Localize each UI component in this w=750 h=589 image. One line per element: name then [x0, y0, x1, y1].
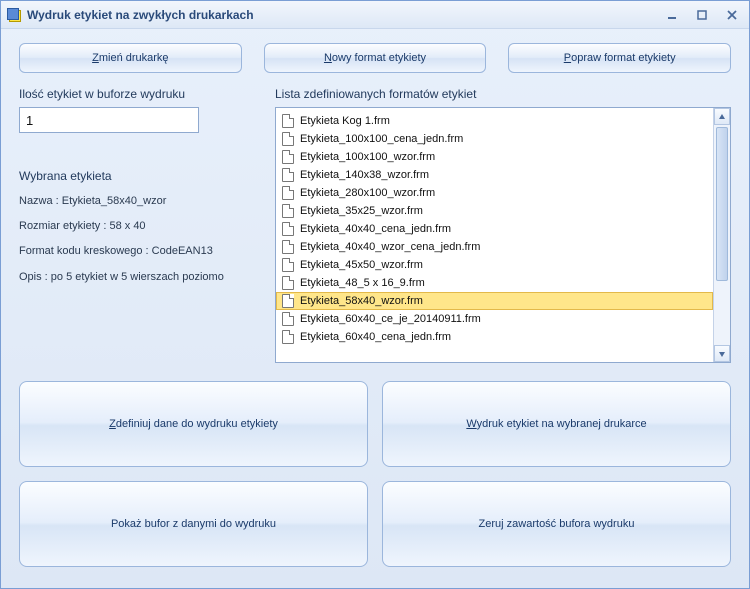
file-icon	[282, 132, 294, 146]
edit-format-label: Popraw format etykiety	[564, 52, 676, 64]
change-printer-button[interactable]: Zmień drukarkę	[19, 43, 242, 73]
list-item-label: Etykieta_100x100_cena_jedn.frm	[300, 133, 463, 145]
define-data-label: Zdefiniuj dane do wydruku etykiety	[109, 418, 278, 430]
top-toolbar: Zmień drukarkę Nowy format etykiety Popr…	[19, 43, 731, 73]
window-controls	[661, 7, 743, 23]
scroll-down-button[interactable]	[714, 345, 730, 362]
clear-buffer-label: Zeruj zawartość bufora wydruku	[479, 518, 635, 530]
list-item[interactable]: Etykieta_140x38_wzor.frm	[276, 166, 713, 184]
formats-list-label: Lista zdefiniowanych formatów etykiet	[275, 87, 731, 101]
print-selected-button[interactable]: Wydruk etykiet na wybranej drukarce	[382, 381, 731, 467]
right-column: Lista zdefiniowanych formatów etykiet Et…	[275, 87, 731, 363]
file-icon	[282, 258, 294, 272]
list-item[interactable]: Etykieta_280x100_wzor.frm	[276, 184, 713, 202]
define-data-button[interactable]: Zdefiniuj dane do wydruku etykiety	[19, 381, 368, 467]
list-item[interactable]: Etykieta_40x40_wzor_cena_jedn.frm	[276, 238, 713, 256]
file-icon	[282, 186, 294, 200]
scrollbar-thumb[interactable]	[716, 127, 728, 281]
file-icon	[282, 312, 294, 326]
maximize-icon	[696, 9, 708, 21]
titlebar: Wydruk etykiet na zwykłych drukarkach	[1, 1, 749, 29]
chevron-down-icon	[718, 350, 726, 358]
file-icon	[282, 150, 294, 164]
window-title: Wydruk etykiet na zwykłych drukarkach	[27, 8, 254, 22]
app-icon	[7, 8, 21, 22]
action-buttons-grid: Zdefiniuj dane do wydruku etykiety Wydru…	[19, 381, 731, 567]
list-item[interactable]: Etykieta_58x40_wzor.frm	[276, 292, 713, 310]
formats-listbox[interactable]: Etykieta Kog 1.frm Etykieta_100x100_cena_…	[275, 107, 731, 363]
list-item-label: Etykieta_60x40_cena_jedn.frm	[300, 331, 451, 343]
list-item-label: Etykieta_45x50_wzor.frm	[300, 259, 423, 271]
list-item[interactable]: Etykieta Kog 1.frm	[276, 112, 713, 130]
file-icon	[282, 222, 294, 236]
minimize-button[interactable]	[661, 7, 683, 23]
list-item[interactable]: Etykieta_60x40_ce_je_20140911.frm	[276, 310, 713, 328]
print-selected-label: Wydruk etykiet na wybranej drukarce	[466, 418, 646, 430]
file-icon	[282, 168, 294, 182]
list-item[interactable]: Etykieta_48_5 x 16_9.frm	[276, 274, 713, 292]
file-icon	[282, 204, 294, 218]
formats-list-inner: Etykieta Kog 1.frm Etykieta_100x100_cena_…	[276, 108, 713, 362]
close-button[interactable]	[721, 7, 743, 23]
new-format-label: Nowy format etykiety	[324, 52, 426, 64]
list-item[interactable]: Etykieta_40x40_cena_jedn.frm	[276, 220, 713, 238]
file-icon	[282, 240, 294, 254]
scrollbar	[713, 108, 730, 362]
edit-format-button[interactable]: Popraw format etykiety	[508, 43, 731, 73]
selected-desc: Opis : po 5 etykiet w 5 wierszach poziom…	[19, 271, 251, 284]
show-buffer-button[interactable]: Pokaż bufor z danymi do wydruku	[19, 481, 368, 567]
list-item-label: Etykieta_140x38_wzor.frm	[300, 169, 429, 181]
list-item-label: Etykieta_40x40_wzor_cena_jedn.frm	[300, 241, 480, 253]
show-buffer-label: Pokaż bufor z danymi do wydruku	[111, 518, 276, 530]
list-item-label: Etykieta_35x25_wzor.frm	[300, 205, 423, 217]
file-icon	[282, 294, 294, 308]
list-item-label: Etykieta_48_5 x 16_9.frm	[300, 277, 425, 289]
minimize-icon	[666, 9, 678, 21]
selected-label-heading: Wybrana etykieta	[19, 169, 251, 183]
maximize-button[interactable]	[691, 7, 713, 23]
file-icon	[282, 276, 294, 290]
list-item[interactable]: Etykieta_45x50_wzor.frm	[276, 256, 713, 274]
list-item-label: Etykieta_280x100_wzor.frm	[300, 187, 435, 199]
list-item-label: Etykieta Kog 1.frm	[300, 115, 390, 127]
scroll-up-button[interactable]	[714, 108, 730, 125]
close-icon	[726, 9, 738, 21]
main-row: Ilość etykiet w buforze wydruku Wybrana …	[19, 87, 731, 363]
app-window: Wydruk etykiet na zwykłych drukarkach Zm…	[0, 0, 750, 589]
list-item[interactable]: Etykieta_35x25_wzor.frm	[276, 202, 713, 220]
list-item[interactable]: Etykieta_60x40_cena_jedn.frm	[276, 328, 713, 346]
selected-barcode: Format kodu kreskowego : CodeEAN13	[19, 245, 251, 258]
clear-buffer-button[interactable]: Zeruj zawartość bufora wydruku	[382, 481, 731, 567]
list-item-label: Etykieta_60x40_ce_je_20140911.frm	[300, 313, 481, 325]
buffer-qty-input[interactable]	[19, 107, 199, 133]
list-item-label: Etykieta_100x100_wzor.frm	[300, 151, 435, 163]
new-format-button[interactable]: Nowy format etykiety	[264, 43, 487, 73]
file-icon	[282, 114, 294, 128]
left-column: Ilość etykiet w buforze wydruku Wybrana …	[19, 87, 251, 363]
buffer-qty-label: Ilość etykiet w buforze wydruku	[19, 87, 251, 101]
client-area: Zmień drukarkę Nowy format etykiety Popr…	[1, 29, 749, 581]
selected-name: Nazwa : Etykieta_58x40_wzor	[19, 195, 251, 208]
list-item-label: Etykieta_58x40_wzor.frm	[300, 295, 423, 307]
scrollbar-track[interactable]	[714, 125, 730, 345]
list-item-label: Etykieta_40x40_cena_jedn.frm	[300, 223, 451, 235]
file-icon	[282, 330, 294, 344]
chevron-up-icon	[718, 113, 726, 121]
list-item[interactable]: Etykieta_100x100_wzor.frm	[276, 148, 713, 166]
selected-size: Rozmiar etykiety : 58 x 40	[19, 220, 251, 233]
list-item[interactable]: Etykieta_100x100_cena_jedn.frm	[276, 130, 713, 148]
change-printer-label: Zmień drukarkę	[92, 52, 168, 64]
